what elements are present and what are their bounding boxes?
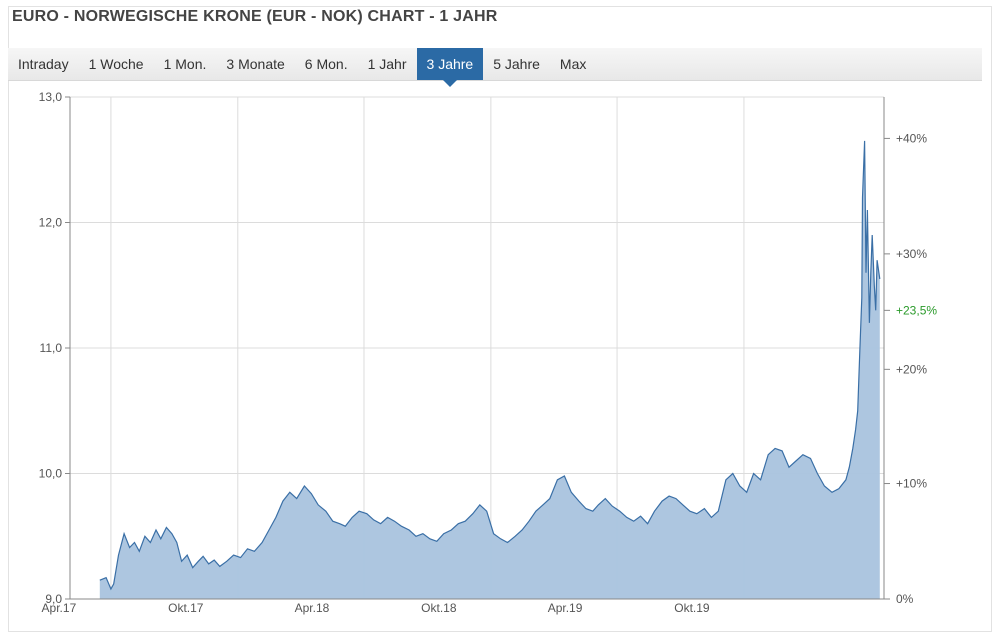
pct-tick-label: +40% [896,131,927,145]
current-pct-label: +23,5% [896,303,937,317]
x-tick-label: Apr.18 [295,601,330,615]
x-tick-label: Okt.19 [674,601,710,615]
x-tick-label: Okt.17 [168,601,204,615]
pct-tick-label: +30% [896,247,927,261]
y-tick-label: 11,0 [40,341,63,355]
price-chart: 9,010,011,012,013,0Apr.17 Okt.17 Apr.18 Okt… [39,90,938,615]
y-tick-label: 13,0 [39,90,63,104]
pct-tick-label: +20% [896,362,927,376]
x-tick-label: Apr.17 [42,601,77,615]
pct-tick-label: +10% [896,477,927,491]
pct-tick-label: 0% [896,592,914,606]
x-tick-label: Apr.19 [548,601,583,615]
x-tick-label: Okt.18 [421,601,457,615]
y-tick-label: 12,0 [39,216,63,230]
y-tick-label: 10,0 [39,467,63,481]
